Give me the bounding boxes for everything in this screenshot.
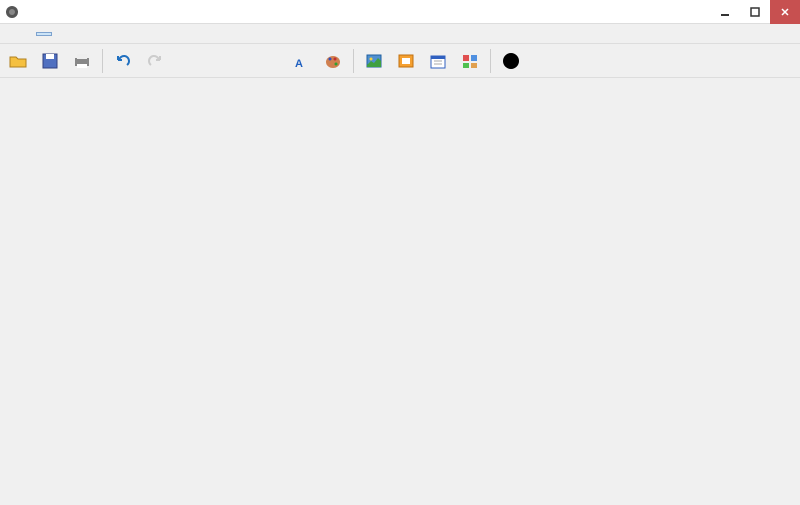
text-icon[interactable]: A <box>287 47 315 75</box>
menu-view[interactable] <box>84 32 100 36</box>
menu-file[interactable] <box>4 32 20 36</box>
minimize-button[interactable] <box>710 0 740 24</box>
redo-button[interactable] <box>141 47 169 75</box>
close-button[interactable] <box>770 0 800 24</box>
menu-effects[interactable] <box>52 32 68 36</box>
menu-edit[interactable] <box>20 32 36 36</box>
save-button[interactable] <box>36 47 64 75</box>
titlebar <box>0 0 800 24</box>
app-icon <box>0 0 24 24</box>
menu-help[interactable] <box>100 32 116 36</box>
menu-decoration[interactable] <box>68 32 84 36</box>
print-button[interactable] <box>68 47 96 75</box>
undo-button[interactable] <box>109 47 137 75</box>
palette-icon[interactable] <box>319 47 347 75</box>
toolbar: A I need to restart and provide the comp… <box>0 44 800 78</box>
image-icon[interactable] <box>360 47 388 75</box>
calendar-icon[interactable] <box>424 47 452 75</box>
toolbar-separator <box>102 49 103 73</box>
maximize-button[interactable] <box>740 0 770 24</box>
frame-icon[interactable] <box>392 47 420 75</box>
collage-icon[interactable] <box>456 47 484 75</box>
toolbar-separator <box>353 49 354 73</box>
svg-text:A: A <box>295 58 303 70</box>
menubar <box>0 24 800 44</box>
open-button[interactable] <box>4 47 32 75</box>
help-icon[interactable]: I need to restart and provide the comple… <box>497 47 525 75</box>
toolbar-separator <box>490 49 491 73</box>
menu-image[interactable] <box>36 32 52 36</box>
